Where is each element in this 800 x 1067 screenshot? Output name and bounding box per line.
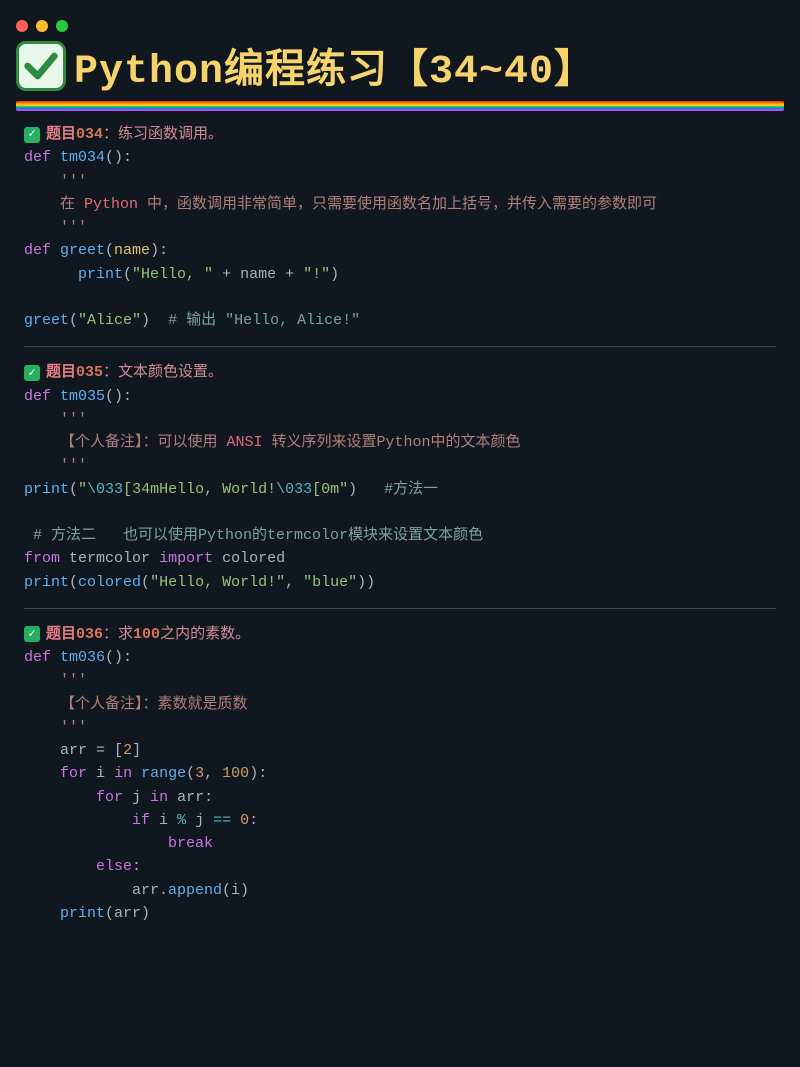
divider xyxy=(24,346,776,347)
divider xyxy=(24,608,776,609)
check-icon: ✓ xyxy=(24,626,40,642)
checkmark-badge-icon xyxy=(16,41,66,91)
question-035-title: ✓ 题目035：文本颜色设置。 xyxy=(24,361,776,384)
page-header: Python编程练习【34~40】 xyxy=(12,36,788,95)
window-controls xyxy=(12,12,788,36)
check-icon: ✓ xyxy=(24,127,40,143)
terminal-window: Python编程练习【34~40】 ✓ 题目034：练习函数调用。 def tm… xyxy=(12,12,788,927)
close-icon[interactable] xyxy=(16,20,28,32)
maximize-icon[interactable] xyxy=(56,20,68,32)
question-036-title: ✓ 题目036：求100之内的素数。 xyxy=(24,623,776,646)
check-icon: ✓ xyxy=(24,365,40,381)
minimize-icon[interactable] xyxy=(36,20,48,32)
code-block: ✓ 题目034：练习函数调用。 def tm034(): ''' 在 Pytho… xyxy=(12,121,788,927)
question-034-title: ✓ 题目034：练习函数调用。 xyxy=(24,123,776,146)
rainbow-divider xyxy=(16,101,784,111)
page-title: Python编程练习【34~40】 xyxy=(74,36,595,95)
